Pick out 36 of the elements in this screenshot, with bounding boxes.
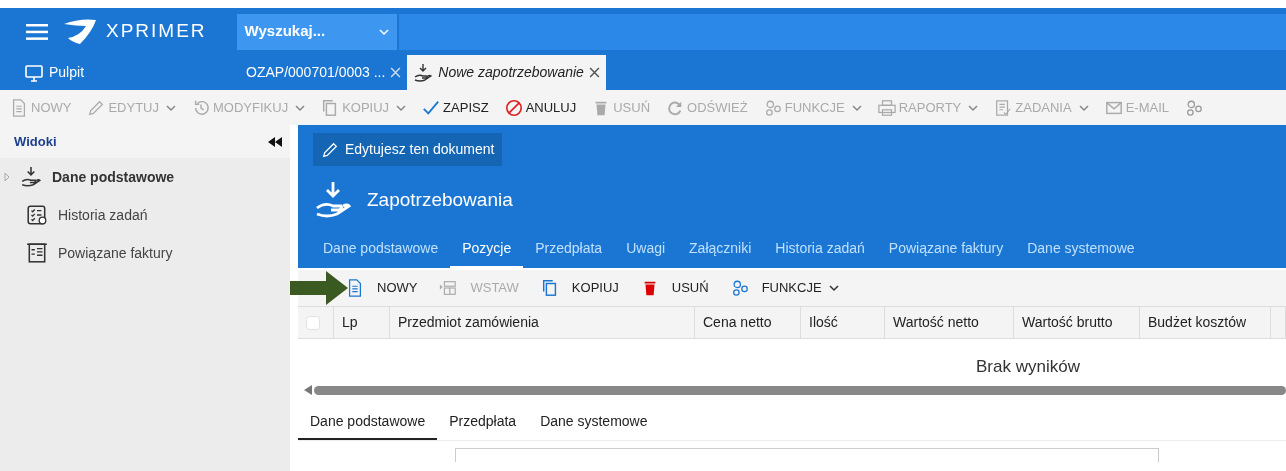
sidebar-title: Widoki	[14, 132, 57, 151]
document-tab[interactable]: Historia zadań	[763, 230, 877, 268]
column-header[interactable]: Lp	[342, 312, 358, 333]
editing-banner: Edytujesz ten dokument	[313, 133, 503, 166]
column-header[interactable]: Ilość	[809, 312, 838, 333]
document-tab[interactable]: Załączniki	[677, 230, 764, 268]
toolbar-button[interactable]: KOPIUJ	[540, 278, 619, 298]
document-tab[interactable]: Przedpłata	[523, 230, 615, 268]
search-dropdown[interactable]: Wyszukaj...	[236, 13, 397, 50]
sidebar-item[interactable]: Powiązane faktury	[0, 234, 290, 272]
column-header[interactable]: Budżet kosztów	[1148, 312, 1247, 333]
document-tab[interactable]: Nowe zapotrzebowanie	[407, 55, 606, 90]
sidebar-item[interactable]: Historia zadań	[0, 196, 290, 234]
section-tab[interactable]: Dane podstawowe	[298, 405, 438, 440]
document-tab[interactable]: Uwagi	[614, 230, 678, 268]
column-header[interactable]: Wartość brutto	[1022, 312, 1113, 333]
toolbar-button[interactable]: ANULUJ	[504, 97, 577, 118]
column-header[interactable]: Cena netto	[703, 312, 772, 333]
toolbar-button[interactable]: FUNKCJE	[730, 278, 839, 298]
column-header[interactable]: Wartość netto	[893, 312, 979, 333]
document-tab[interactable]: Pulpit	[18, 55, 91, 90]
empty-message: Brak wyników	[976, 355, 1080, 378]
document-tab[interactable]: Dane podstawowe	[311, 230, 451, 268]
section-tab[interactable]: Przedpłata	[437, 405, 529, 440]
document-title: Zapotrzebowania	[367, 187, 513, 212]
document-tab[interactable]: Pozycje	[450, 230, 524, 268]
logo-text: XPRIMER	[106, 19, 207, 44]
document-tab[interactable]: OZAP/000701/0003 ...	[240, 55, 408, 90]
document-tab[interactable]: Powiązane faktury	[876, 230, 1016, 268]
toolbar-button[interactable]: ZAPISZ	[422, 97, 489, 118]
toolbar-button[interactable]: NOWY	[346, 278, 418, 298]
document-tab[interactable]: Dane systemowe	[1015, 230, 1147, 268]
column-header[interactable]: Przedmiot zamówienia	[398, 312, 539, 333]
toolbar-button[interactable]: USUŃ	[640, 278, 709, 298]
section-tab[interactable]: Dane systemowe	[528, 405, 660, 440]
sidebar-item[interactable]: Dane podstawowe	[0, 158, 290, 196]
